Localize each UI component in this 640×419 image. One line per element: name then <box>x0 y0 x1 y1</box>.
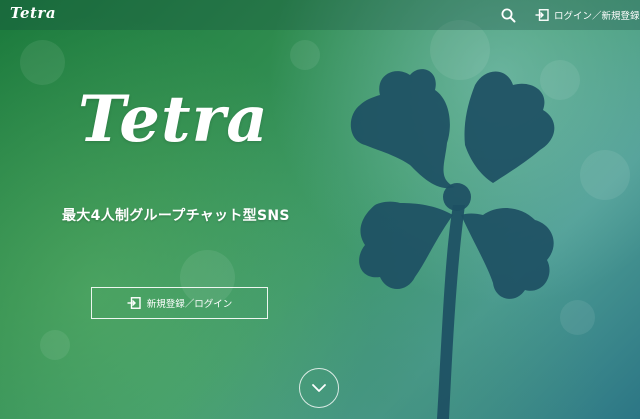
clover-illustration <box>350 69 555 419</box>
hero-logo: Tetra <box>78 82 269 157</box>
search-icon <box>501 8 516 23</box>
hero-section: Tetra ログイン／新規登録 Tetra 最大4人制グループチャット型SNS … <box>0 0 640 419</box>
login-icon <box>127 297 141 309</box>
register-login-button[interactable]: 新規登録／ログイン <box>91 287 268 319</box>
login-icon <box>535 9 549 21</box>
header-logo[interactable]: Tetra <box>10 4 56 22</box>
hero-tagline: 最大4人制グループチャット型SNS <box>62 208 290 224</box>
login-register-label: ログイン／新規登録 <box>554 11 640 22</box>
chevron-down-icon <box>312 384 326 392</box>
top-navbar: Tetra ログイン／新規登録 <box>0 0 640 30</box>
register-login-label: 新規登録／ログイン <box>146 299 233 310</box>
scroll-down-button[interactable] <box>299 368 339 408</box>
login-register-link[interactable]: ログイン／新規登録 <box>535 8 640 22</box>
search-button[interactable] <box>500 7 517 24</box>
